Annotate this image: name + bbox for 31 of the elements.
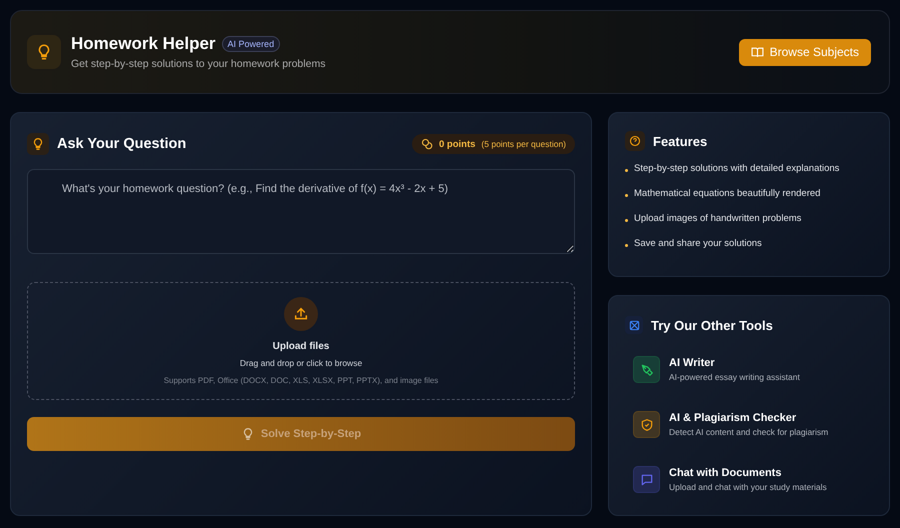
upload-dropzone[interactable]: Upload files Drag and drop or click to browse Supports PDF, Office (DOCX, DOC, XLS, XLSX, PPT, PPTX), and image files <box>27 282 575 400</box>
section-title: Features <box>653 134 708 148</box>
page-subtitle: Get step-by-step solutions to your homework problems <box>71 58 326 70</box>
bullet-dot <box>625 244 628 247</box>
section-title: Try Our Other Tools <box>651 318 773 332</box>
supported-formats: Supports PDF, Office (DOCX, DOC, XLS, XLSX, PPT, PPTX), and image files <box>164 376 438 385</box>
chat-icon <box>640 472 654 486</box>
question-field[interactable]: What's your homework question? (e.g., Find the derivative of f(x) = 4x³ - 2x + 5) <box>27 169 575 254</box>
feature-item: Step-by-step solutions with detailed explanations <box>634 163 840 174</box>
shield-icon <box>640 418 654 432</box>
section-title: Ask Your Question <box>57 136 186 152</box>
lightbulb-icon <box>31 137 45 151</box>
bullet-dot <box>625 194 628 197</box>
tool-item[interactable]: AI Writer AI-powered essay writing assistant <box>633 356 873 383</box>
bullet-dot <box>625 219 628 222</box>
tool-item[interactable]: Chat with Documents Upload and chat with your study materials <box>633 466 873 493</box>
coins-icon <box>421 138 433 150</box>
book-icon <box>750 46 764 58</box>
feature-item: Save and share your solutions <box>634 238 762 249</box>
feature-item: Upload images of handwritten problems <box>634 213 802 224</box>
upload-icon <box>284 297 318 331</box>
upload-title: Upload files <box>272 341 330 352</box>
upload-hint: Drag and drop or click to browse <box>240 358 362 368</box>
page-title: Homework Helper <box>71 34 216 54</box>
tool-item[interactable]: AI & Plagiarism Checker Detect AI content and check for plagiarism <box>633 411 873 438</box>
help-icon <box>629 135 641 147</box>
ai-badge: AI Powered <box>222 36 280 52</box>
bullet-dot <box>625 169 628 172</box>
feature-item: Mathematical equations beautifully rendered <box>634 188 820 199</box>
points-badge: 0 points (5 points per question) <box>412 134 575 154</box>
pen-icon <box>640 362 654 376</box>
